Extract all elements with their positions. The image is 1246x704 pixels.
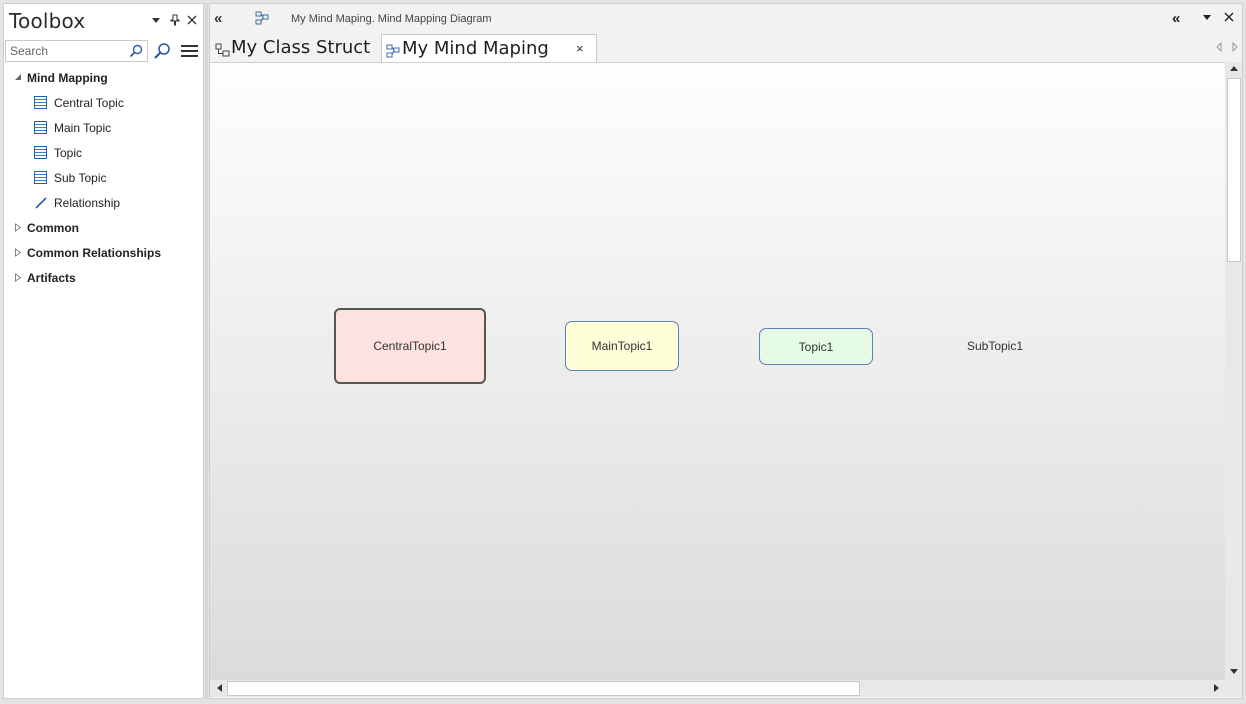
toolbox-item-label: Main Topic bbox=[54, 121, 112, 135]
collapsed-triangle-icon bbox=[14, 223, 22, 233]
toolbox-item-central-topic[interactable]: Central Topic bbox=[4, 91, 203, 116]
toolbox-item-label: Central Topic bbox=[54, 96, 124, 110]
scroll-up-icon[interactable] bbox=[1225, 64, 1242, 74]
double-chevron-left-icon[interactable]: « bbox=[1172, 10, 1180, 27]
sub-topic-node[interactable]: SubTopic1 bbox=[945, 335, 1045, 357]
search-input[interactable] bbox=[10, 43, 120, 59]
mind-map-diagram-icon bbox=[255, 11, 269, 25]
toolbox-item-label: Sub Topic bbox=[54, 171, 107, 185]
chevron-down-icon[interactable] bbox=[149, 14, 163, 28]
group-label: Artifacts bbox=[27, 271, 76, 285]
group-artifacts[interactable]: Artifacts bbox=[4, 266, 203, 291]
tab-my-class-struct[interactable]: My Class Struct bbox=[213, 34, 381, 62]
toolbox-item-topic[interactable]: Topic bbox=[4, 141, 203, 166]
tab-close-icon[interactable]: × bbox=[576, 41, 584, 56]
element-icon bbox=[34, 96, 47, 109]
element-icon bbox=[34, 146, 47, 159]
vertical-scrollbar[interactable] bbox=[1225, 62, 1242, 680]
main-topic-node[interactable]: MainTopic1 bbox=[565, 321, 679, 371]
diagram-path: My Mind Maping. Mind Mapping Diagram bbox=[291, 13, 492, 25]
group-label: Common Relationships bbox=[27, 246, 162, 260]
vertical-scroll-thumb[interactable] bbox=[1227, 78, 1241, 262]
mind-map-diagram-icon bbox=[386, 42, 401, 58]
toolbox-title: Toolbox bbox=[9, 9, 86, 33]
horizontal-scroll-thumb[interactable] bbox=[227, 681, 860, 696]
toolbox-header: Toolbox bbox=[4, 4, 203, 37]
pin-icon[interactable] bbox=[168, 14, 182, 28]
tab-bar: My Class Struct My Mind Maping × bbox=[210, 34, 1242, 62]
toolbox-item-main-topic[interactable]: Main Topic bbox=[4, 116, 203, 141]
close-icon[interactable] bbox=[185, 14, 199, 28]
topic-node[interactable]: Topic1 bbox=[759, 328, 873, 365]
toolbox-item-label: Topic bbox=[54, 146, 83, 160]
element-icon bbox=[34, 121, 47, 134]
group-common-relationships[interactable]: Common Relationships bbox=[4, 241, 203, 266]
element-icon bbox=[34, 171, 47, 184]
collapsed-triangle-icon bbox=[14, 248, 22, 258]
central-topic-node[interactable]: CentralTopic1 bbox=[334, 308, 486, 384]
diagram-canvas[interactable]: CentralTopic1 MainTopic1 Topic1 SubTopic… bbox=[210, 62, 1225, 680]
search-box bbox=[5, 40, 148, 62]
double-chevron-left-icon[interactable]: « bbox=[214, 10, 222, 27]
class-diagram-icon bbox=[215, 41, 230, 57]
group-mind-mapping[interactable]: Mind Mapping bbox=[4, 66, 203, 91]
toolbox-item-relationship[interactable]: Relationship bbox=[4, 191, 203, 216]
search-row bbox=[5, 40, 203, 64]
connector-line-icon bbox=[34, 196, 47, 209]
toolbox-list: Mind Mapping Central Topic Main Topic To… bbox=[4, 66, 203, 291]
tab-label: My Mind Maping bbox=[402, 38, 549, 59]
horizontal-scrollbar[interactable] bbox=[210, 680, 1225, 697]
group-common[interactable]: Common bbox=[4, 216, 203, 241]
diagram-caption-bar: « My Mind Maping. Mind Mapping Diagram « bbox=[210, 4, 1242, 32]
diagram-view: « My Mind Maping. Mind Mapping Diagram « bbox=[209, 3, 1243, 699]
tab-my-mind-maping[interactable]: My Mind Maping × bbox=[381, 34, 597, 62]
expanded-triangle-icon bbox=[14, 73, 22, 83]
close-icon[interactable] bbox=[1224, 10, 1234, 25]
panel-splitter[interactable] bbox=[205, 3, 208, 699]
group-label: Common bbox=[27, 221, 79, 235]
find-icon[interactable] bbox=[153, 42, 171, 60]
scroll-down-icon[interactable] bbox=[1225, 668, 1242, 678]
scroll-right-icon[interactable] bbox=[1208, 683, 1225, 695]
menu-icon[interactable] bbox=[181, 45, 198, 57]
scroll-corner bbox=[1225, 680, 1242, 697]
search-icon[interactable] bbox=[129, 44, 143, 58]
chevron-down-icon[interactable] bbox=[1202, 10, 1212, 25]
group-label: Mind Mapping bbox=[27, 71, 108, 85]
collapsed-triangle-icon bbox=[14, 273, 22, 283]
scroll-left-icon[interactable] bbox=[210, 683, 227, 695]
tab-label: My Class Struct bbox=[231, 37, 371, 58]
toolbox-item-sub-topic[interactable]: Sub Topic bbox=[4, 166, 203, 191]
toolbox-item-label: Relationship bbox=[54, 196, 121, 210]
tab-scroll-arrows[interactable] bbox=[1216, 41, 1238, 54]
toolbox-panel: Toolbox Mind Mapping bbox=[3, 3, 204, 699]
